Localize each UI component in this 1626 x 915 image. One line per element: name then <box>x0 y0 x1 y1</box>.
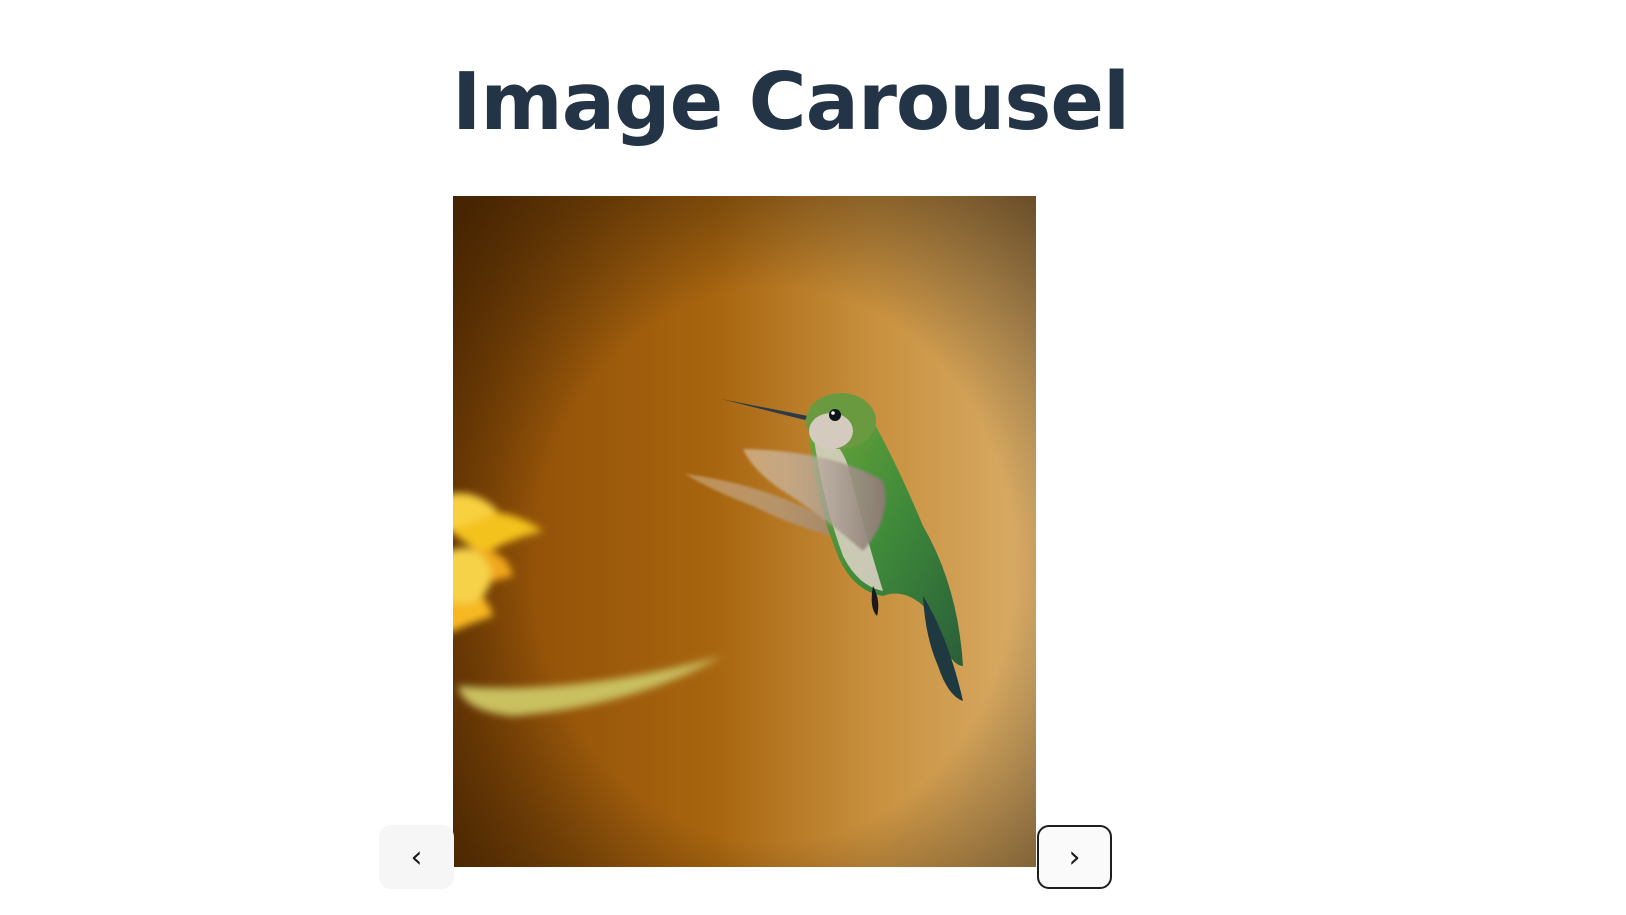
page-title: Image Carousel <box>452 56 1130 148</box>
chevron-left-icon: ‹ <box>410 839 423 875</box>
chevron-right-icon: › <box>1068 839 1081 875</box>
next-button[interactable]: › <box>1037 825 1112 889</box>
carousel-image <box>453 196 1036 867</box>
hummingbird-photo <box>453 196 1036 867</box>
page: Image Carousel ‹ › <box>0 0 1626 915</box>
previous-button[interactable]: ‹ <box>379 825 454 889</box>
